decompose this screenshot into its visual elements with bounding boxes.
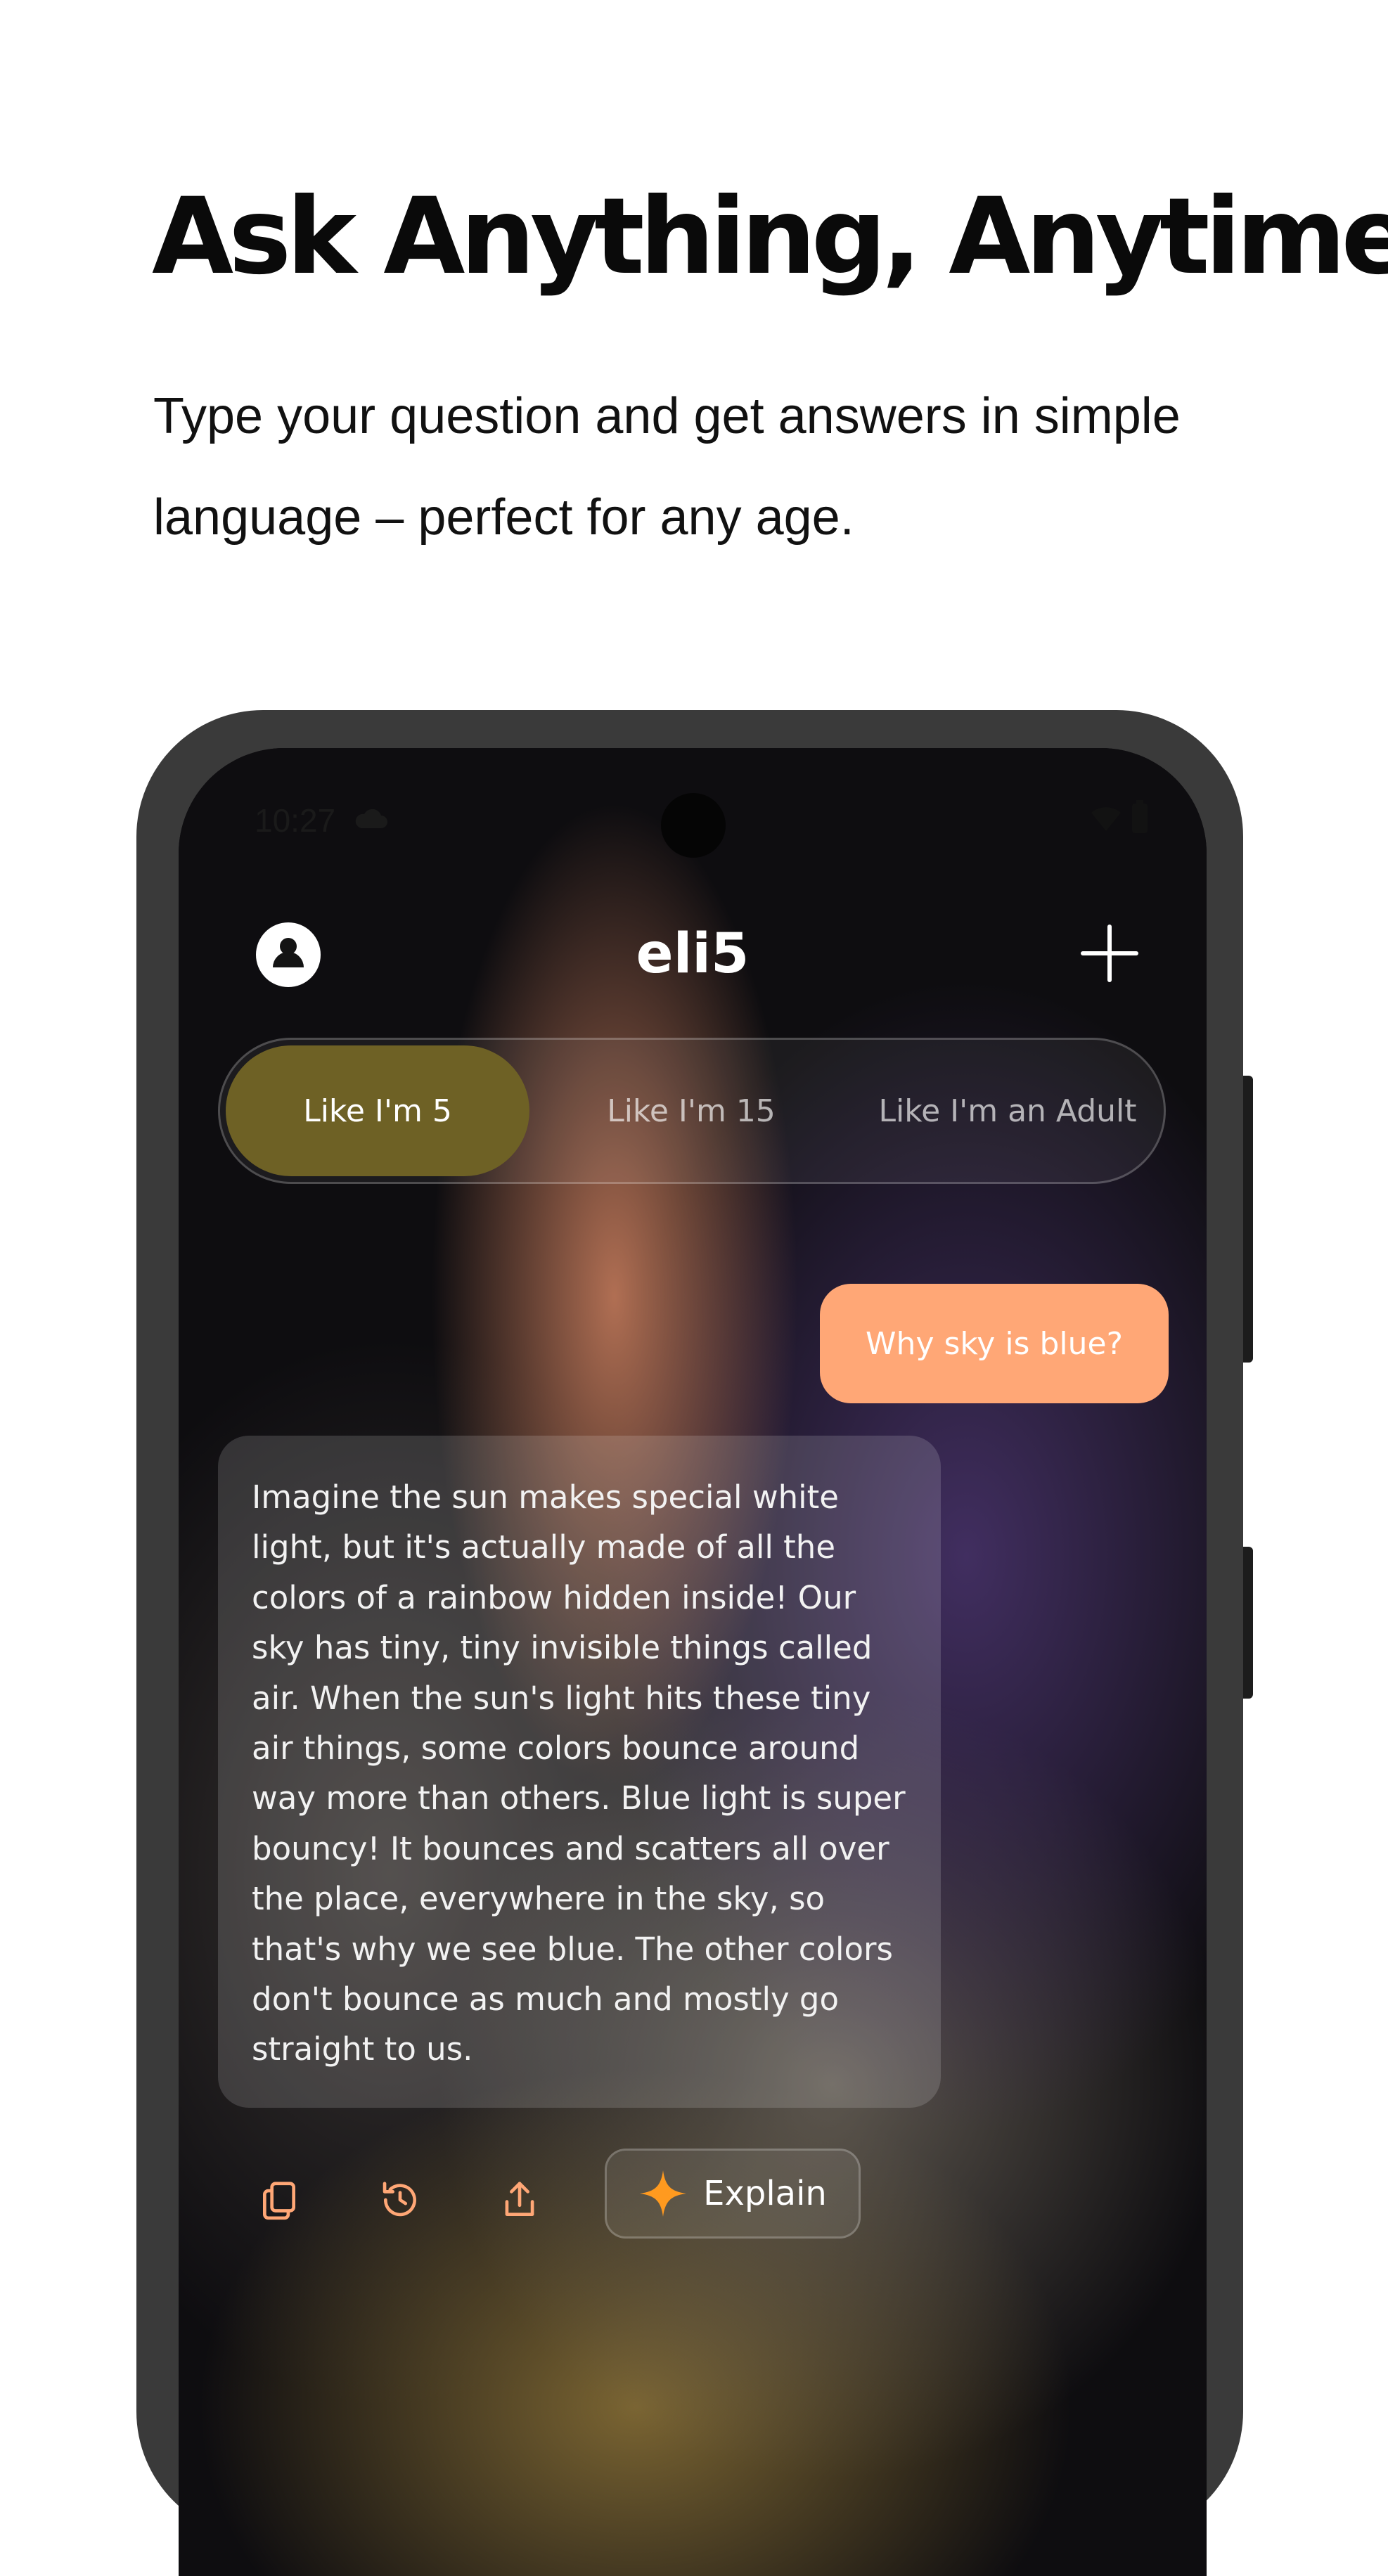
battery-icon bbox=[1132, 800, 1148, 833]
wifi-icon bbox=[1091, 807, 1121, 831]
mode-like-5[interactable]: Like I'm 5 bbox=[226, 1045, 529, 1176]
explain-button[interactable]: Explain bbox=[605, 2149, 861, 2239]
phone-frame: 10:27 eli5 Like I'm 5 Like I'm 15 Like I… bbox=[136, 710, 1243, 2576]
front-camera bbox=[661, 793, 726, 858]
sparkle-icon bbox=[640, 2170, 687, 2217]
phone-screen: 10:27 eli5 Like I'm 5 Like I'm 15 Like I… bbox=[179, 748, 1207, 2576]
power-button bbox=[1243, 1076, 1253, 1363]
mode-like-adult[interactable]: Like I'm an Adult bbox=[853, 1045, 1162, 1176]
explain-label: Explain bbox=[703, 2174, 827, 2213]
app-title: eli5 bbox=[636, 922, 750, 986]
status-time: 10:27 bbox=[255, 802, 336, 839]
copy-icon[interactable] bbox=[257, 2178, 301, 2222]
answer-text: Imagine the sun makes special white ligh… bbox=[252, 1479, 906, 2068]
subheadline: Type your question and get answers in si… bbox=[153, 388, 1181, 546]
regenerate-icon[interactable] bbox=[378, 2178, 422, 2222]
user-question-bubble: Why sky is blue? bbox=[820, 1284, 1169, 1403]
plus-icon[interactable] bbox=[1080, 924, 1139, 983]
volume-button bbox=[1243, 1547, 1253, 1699]
cloud-icon bbox=[355, 809, 387, 828]
answer-bubble: Imagine the sun makes special white ligh… bbox=[218, 1436, 941, 2108]
share-icon[interactable] bbox=[498, 2178, 541, 2222]
mode-selector: Like I'm 5 Like I'm 15 Like I'm an Adult bbox=[218, 1038, 1166, 1184]
mode-like-15[interactable]: Like I'm 15 bbox=[544, 1045, 839, 1176]
headline: Ask Anything, Anytime bbox=[152, 176, 1388, 298]
